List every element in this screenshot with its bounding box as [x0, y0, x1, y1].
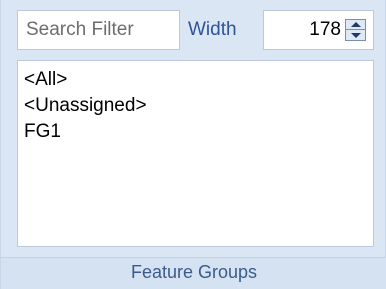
spinner-up-button[interactable]: [346, 20, 365, 30]
search-filter-input[interactable]: [17, 10, 180, 50]
width-spinner[interactable]: [345, 19, 366, 41]
filter-toolbar: Width 178: [1, 0, 386, 56]
width-label: Width: [188, 19, 237, 40]
panel-caption: Feature Groups: [130, 262, 258, 282]
width-value[interactable]: 178: [309, 11, 341, 49]
list-item-unassigned[interactable]: <Unassigned>: [18, 93, 373, 119]
triangle-up-icon: [350, 22, 361, 27]
list-item-all[interactable]: <All>: [18, 67, 373, 93]
spinner-down-button[interactable]: [346, 30, 365, 40]
feature-groups-panel: Width 178 <All> <Unassigned> FG1 Feature…: [0, 0, 386, 289]
feature-groups-list[interactable]: <All> <Unassigned> FG1: [17, 60, 374, 247]
list-item-fg1[interactable]: FG1: [18, 119, 373, 145]
triangle-down-icon: [350, 32, 361, 38]
width-numeric-input[interactable]: 178: [263, 10, 374, 50]
panel-caption-bar: Feature Groups: [1, 257, 386, 289]
